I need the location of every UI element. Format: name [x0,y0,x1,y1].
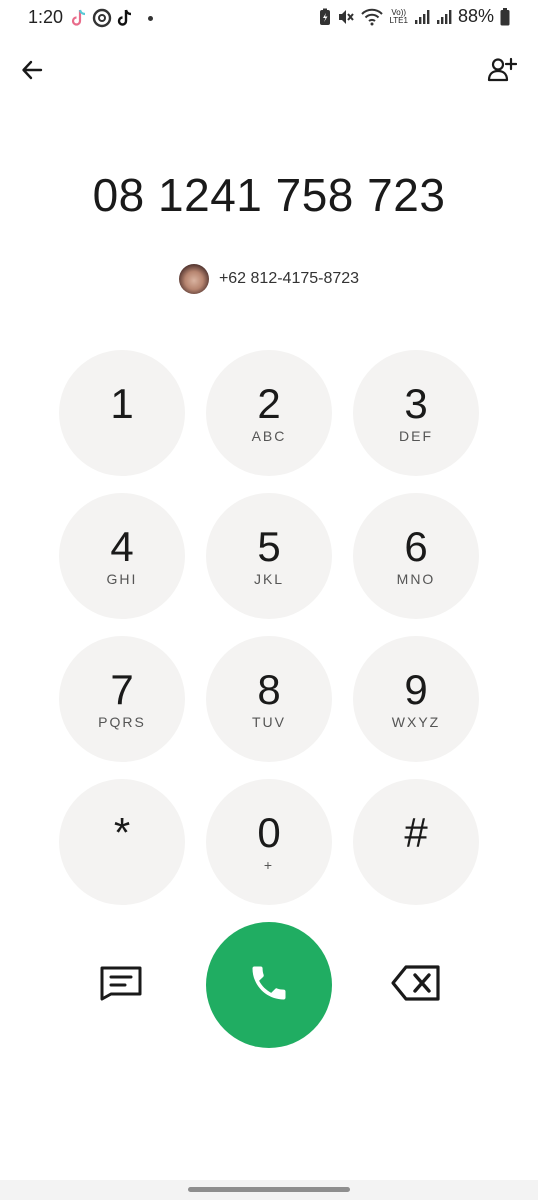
wifi-icon [361,8,384,26]
backspace-button[interactable] [388,962,444,1008]
key-hash[interactable]: # [353,779,479,905]
call-button[interactable] [206,922,332,1048]
action-row [0,922,538,1048]
back-button[interactable] [14,54,50,90]
key-1[interactable]: 1 [59,350,185,476]
key-letters: DEF [399,428,433,444]
key-letters: ABC [251,428,287,444]
battery-icon [500,7,510,26]
mute-icon [337,8,355,26]
key-letters: MNO [396,571,436,587]
key-letters: PQRS [98,714,146,730]
avatar [178,264,209,294]
back-arrow-icon [20,58,44,87]
key-digit: 8 [257,666,281,713]
key-digit: 1 [110,380,134,427]
key-digit: 9 [404,666,428,713]
key-digit: 3 [404,380,428,427]
system-status-icons: Vo)) LTE1 88% [319,6,510,27]
send-message-button[interactable] [96,962,146,1008]
lte-label: LTE1 [389,15,408,25]
status-time: 1:20 [28,7,64,27]
key-digit: 2 [257,380,281,427]
key-2[interactable]: 2 ABC [206,350,332,476]
key-digit: 0 [257,809,281,856]
status-bar: 1:20 Vo)) LTE1 88% [0,0,538,36]
add-contact-icon [487,57,518,88]
threads-icon [92,8,112,28]
key-digit: # [404,809,428,856]
key-letters: WXYZ [391,714,441,730]
network-label: Vo)) LTE1 [389,8,408,25]
add-contact-button[interactable] [484,54,520,90]
signal-icon [436,9,452,25]
notification-icons [70,8,153,28]
key-5[interactable]: 5 JKL [206,493,332,619]
key-digit: 6 [404,523,428,570]
key-4[interactable]: 4 GHI [59,493,185,619]
phone-icon [247,961,291,1010]
tiktok-icon [70,8,88,28]
key-7[interactable]: 7 PQRS [59,636,185,762]
tiktok-icon [116,8,134,28]
key-9[interactable]: 9 WXYZ [353,636,479,762]
contact-suggestion[interactable]: +62 812-4175-8723 [0,262,538,296]
key-letters: TUV [252,714,286,730]
key-letters: GHI [106,571,138,587]
key-digit: 7 [110,666,134,713]
key-6[interactable]: 6 MNO [353,493,479,619]
notification-dot-icon [148,15,153,21]
key-letters: JKL [253,571,285,587]
backspace-icon [390,964,442,1007]
dialed-number[interactable]: 08 1241 758 723 [0,168,538,222]
key-3[interactable]: 3 DEF [353,350,479,476]
key-digit: 4 [110,523,134,570]
top-bar [0,48,538,96]
key-digit: * [113,809,131,856]
suggestion-number: +62 812-4175-8723 [218,270,360,287]
key-8[interactable]: 8 TUV [206,636,332,762]
battery-percent: 88% [457,6,494,26]
battery-saver-icon [319,8,331,26]
home-gesture-handle[interactable] [188,1187,350,1192]
key-star[interactable]: * [59,779,185,905]
key-letters: + [263,857,275,873]
signal-icon [414,9,430,25]
message-icon [99,965,143,1006]
key-digit: 5 [257,523,281,570]
key-0[interactable]: 0 + [206,779,332,905]
navigation-bar [0,1180,538,1200]
